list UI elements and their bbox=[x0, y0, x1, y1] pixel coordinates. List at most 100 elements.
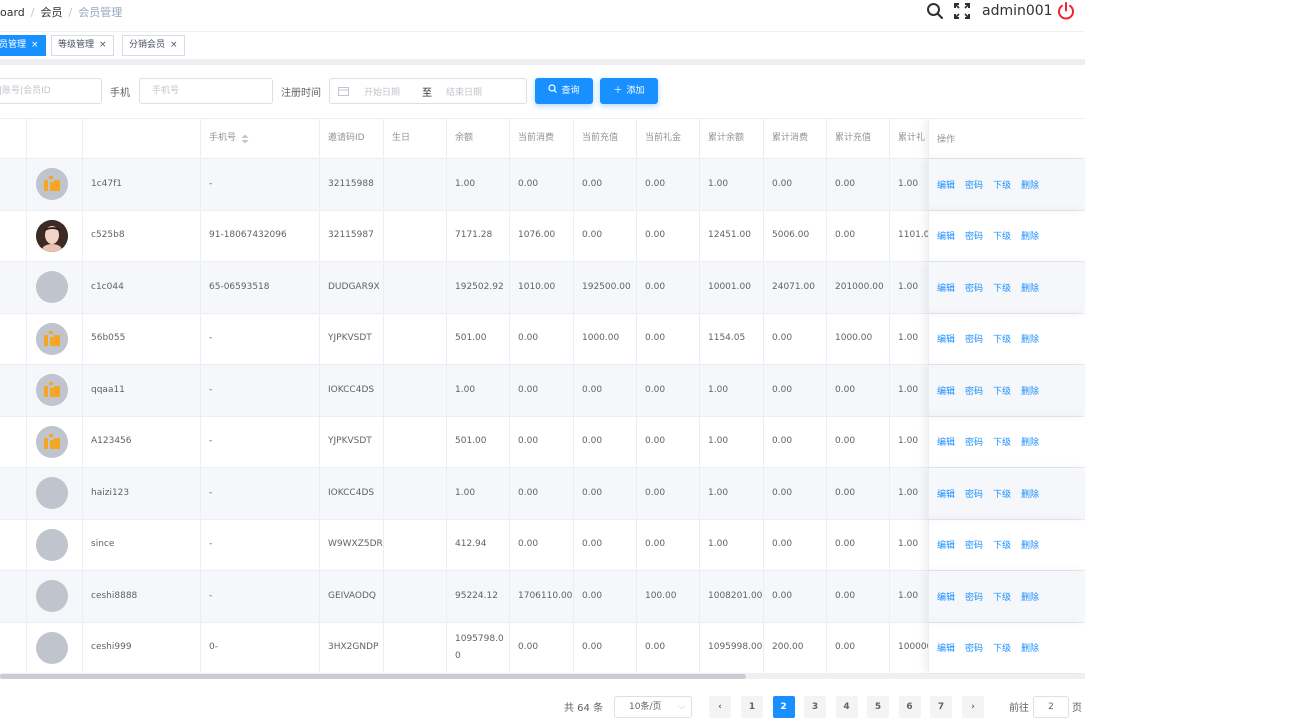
password-link[interactable]: 密码 bbox=[965, 641, 983, 654]
cur-recharge-value: 0.00 bbox=[582, 642, 603, 653]
delete-link[interactable]: 删除 bbox=[1021, 487, 1039, 500]
delete-link[interactable]: 删除 bbox=[1021, 332, 1039, 345]
ops-cell: 编辑 密码 下级 删除 bbox=[928, 210, 1085, 261]
phone-value: - bbox=[209, 384, 213, 395]
page-button-2[interactable]: 2 bbox=[772, 696, 795, 718]
end-date-input[interactable]: 结束日期 bbox=[446, 85, 482, 98]
fullscreen-icon[interactable] bbox=[953, 2, 971, 20]
next-page-button[interactable]: › bbox=[962, 696, 984, 718]
power-icon[interactable] bbox=[1056, 1, 1076, 21]
subordinate-link[interactable]: 下级 bbox=[993, 229, 1011, 242]
goto-page-input[interactable]: 2 bbox=[1033, 696, 1069, 718]
edit-link[interactable]: 编辑 bbox=[937, 435, 955, 448]
edit-link[interactable]: 编辑 bbox=[937, 590, 955, 603]
acc-consume-cell: 0.00 bbox=[764, 416, 827, 467]
header-cell-acc-consume: 累计消费 bbox=[764, 119, 827, 158]
prev-page-button[interactable]: ‹ bbox=[709, 696, 731, 718]
password-link[interactable]: 密码 bbox=[965, 281, 983, 294]
password-link[interactable]: 密码 bbox=[965, 332, 983, 345]
acc-recharge-cell: 0.00 bbox=[827, 468, 890, 519]
tag-distribution-member[interactable]: 分销会员 × bbox=[122, 35, 185, 56]
subordinate-link[interactable]: 下级 bbox=[993, 281, 1011, 294]
delete-link[interactable]: 删除 bbox=[1021, 590, 1039, 603]
acc-gift-cell: 1.00 bbox=[890, 365, 928, 416]
subordinate-link[interactable]: 下级 bbox=[993, 487, 1011, 500]
page-button-7[interactable]: 7 bbox=[930, 696, 952, 718]
page-button-4[interactable]: 4 bbox=[835, 696, 858, 718]
page-size-select[interactable]: 10条/页 ⌵ bbox=[614, 696, 692, 718]
brand-logo-icon bbox=[36, 322, 68, 355]
page-button-6[interactable]: 6 bbox=[898, 696, 921, 718]
header-label: 生日 bbox=[392, 133, 411, 143]
date-range-picker[interactable]: 开始日期 至 结束日期 bbox=[329, 78, 527, 104]
password-link[interactable]: 密码 bbox=[965, 487, 983, 500]
phone-cell: - bbox=[201, 365, 320, 416]
subordinate-link[interactable]: 下级 bbox=[993, 538, 1011, 551]
password-link[interactable]: 密码 bbox=[965, 229, 983, 242]
phone-value: - bbox=[209, 436, 213, 447]
acc-gift-cell: 1.00 bbox=[890, 159, 928, 210]
edit-link[interactable]: 编辑 bbox=[937, 229, 955, 242]
delete-link[interactable]: 删除 bbox=[1021, 641, 1039, 654]
header-cell-phone[interactable]: 手机号 bbox=[201, 119, 320, 158]
balance-cell: 501.00 bbox=[447, 313, 510, 364]
edit-link[interactable]: 编辑 bbox=[937, 332, 955, 345]
header-label: 操作 bbox=[937, 135, 956, 145]
breadcrumb-item-dashboard[interactable]: oard bbox=[0, 6, 25, 19]
header-cell-avatar bbox=[27, 119, 83, 158]
table-row: since - W9WXZ5DR 412.94 0.00 0.00 0.00 1.00 0.00… bbox=[0, 519, 1085, 571]
password-link[interactable]: 密码 bbox=[965, 590, 983, 603]
edit-link[interactable]: 编辑 bbox=[937, 281, 955, 294]
account-cell: 56b055 bbox=[83, 313, 201, 364]
delete-link[interactable]: 删除 bbox=[1021, 178, 1039, 191]
regtime-label: 注册时间 bbox=[281, 88, 321, 99]
add-button[interactable]: ＋添加 bbox=[600, 78, 658, 104]
delete-link[interactable]: 删除 bbox=[1021, 281, 1039, 294]
horizontal-scrollbar[interactable] bbox=[0, 674, 1085, 679]
avatar-cell bbox=[27, 468, 83, 519]
query-button[interactable]: 查询 bbox=[535, 78, 593, 104]
password-link[interactable]: 密码 bbox=[965, 384, 983, 397]
start-date-input[interactable]: 开始日期 bbox=[364, 85, 400, 98]
tag-label: 等级管理 bbox=[58, 40, 95, 50]
delete-link[interactable]: 删除 bbox=[1021, 229, 1039, 242]
edit-link[interactable]: 编辑 bbox=[937, 641, 955, 654]
breadcrumb-item-member[interactable]: 会员 bbox=[41, 6, 63, 19]
subordinate-link[interactable]: 下级 bbox=[993, 641, 1011, 654]
subordinate-link[interactable]: 下级 bbox=[993, 590, 1011, 603]
password-link[interactable]: 密码 bbox=[965, 178, 983, 191]
cur-gift-cell: 0.00 bbox=[637, 416, 700, 467]
search-icon[interactable] bbox=[926, 2, 944, 20]
subordinate-link[interactable]: 下级 bbox=[993, 178, 1011, 191]
delete-link[interactable]: 删除 bbox=[1021, 384, 1039, 397]
subordinate-link[interactable]: 下级 bbox=[993, 384, 1011, 397]
edit-link[interactable]: 编辑 bbox=[937, 384, 955, 397]
edit-link[interactable]: 编辑 bbox=[937, 487, 955, 500]
phone-input[interactable]: 手机号 bbox=[139, 78, 273, 104]
tag-level-manage[interactable]: 等级管理 × bbox=[51, 35, 114, 56]
close-icon[interactable]: × bbox=[170, 40, 178, 50]
sort-icon[interactable] bbox=[241, 134, 249, 144]
page-button-3[interactable]: 3 bbox=[804, 696, 826, 718]
account-cell: haizi123 bbox=[83, 468, 201, 519]
edit-link[interactable]: 编辑 bbox=[937, 538, 955, 551]
phone-value: - bbox=[209, 178, 213, 189]
close-icon[interactable]: × bbox=[99, 40, 107, 50]
account-search-input[interactable]: |账号|会员ID bbox=[0, 78, 102, 104]
phone-value: 0- bbox=[209, 642, 218, 653]
header-cell-ops: 操作 bbox=[928, 119, 1085, 158]
close-icon[interactable]: × bbox=[31, 40, 39, 50]
scrollbar-thumb[interactable] bbox=[0, 674, 746, 679]
page-button-5[interactable]: 5 bbox=[867, 696, 889, 718]
tag-member-manage[interactable]: 员管理 × bbox=[0, 35, 46, 56]
edit-link[interactable]: 编辑 bbox=[937, 178, 955, 191]
delete-link[interactable]: 删除 bbox=[1021, 435, 1039, 448]
page-button-1[interactable]: 1 bbox=[741, 696, 763, 718]
phone-cell: - bbox=[201, 571, 320, 622]
password-link[interactable]: 密码 bbox=[965, 435, 983, 448]
delete-link[interactable]: 删除 bbox=[1021, 538, 1039, 551]
subordinate-link[interactable]: 下级 bbox=[993, 332, 1011, 345]
username[interactable]: admin001 bbox=[982, 3, 1053, 19]
password-link[interactable]: 密码 bbox=[965, 538, 983, 551]
subordinate-link[interactable]: 下级 bbox=[993, 435, 1011, 448]
